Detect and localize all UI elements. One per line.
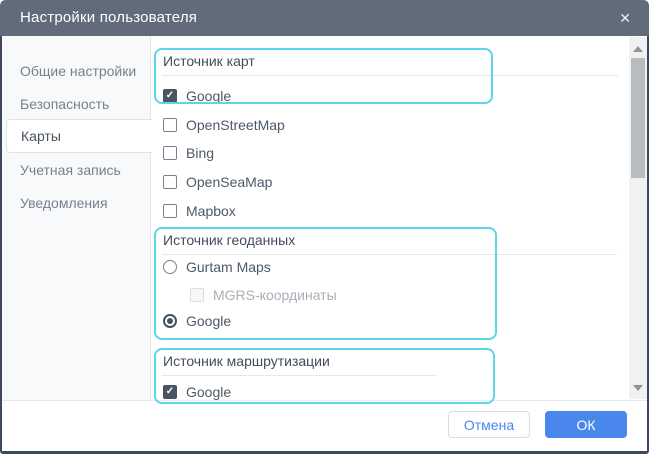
checkbox-label[interactable]: Google: [186, 384, 231, 400]
tab-label: Общие настройки: [20, 63, 136, 79]
tab-label: Карты: [21, 128, 61, 144]
tab-label: Уведомления: [20, 195, 108, 211]
scroll-up-icon[interactable]: [633, 46, 643, 52]
section-underline: [162, 75, 618, 76]
checkbox-row-openstreetmap[interactable]: OpenStreetMap: [163, 115, 285, 135]
checkbox-label[interactable]: Mapbox: [186, 203, 236, 219]
close-icon[interactable]: ✕: [619, 0, 631, 36]
section-title-map-source: Источник карт: [163, 53, 255, 69]
checkbox-row-mgrs-coordinates: MGRS-координаты: [190, 285, 337, 305]
ok-button[interactable]: ОК: [545, 411, 627, 438]
radio-label[interactable]: Gurtam Maps: [186, 259, 271, 275]
checkbox-label: MGRS-координаты: [213, 287, 337, 303]
checkbox-checked-icon[interactable]: ✓: [163, 89, 177, 103]
section-underline: [162, 254, 617, 255]
checkbox-unchecked-icon[interactable]: [163, 175, 177, 189]
section-title-routing-source: Источник маршрутизации: [163, 353, 330, 369]
sidebar-item-account[interactable]: Учетная запись: [2, 153, 150, 186]
tab-label: Безопасность: [20, 96, 109, 112]
checkbox-checked-icon[interactable]: ✓: [163, 385, 177, 399]
checkbox-label[interactable]: OpenSeaMap: [186, 174, 272, 190]
dialog-titlebar: Настройки пользователя ✕: [0, 0, 649, 36]
checkbox-row-bing[interactable]: Bing: [163, 143, 214, 163]
sidebar-item-maps[interactable]: Карты: [6, 119, 152, 153]
radio-unchecked-icon[interactable]: [163, 260, 177, 274]
cancel-button[interactable]: Отмена: [448, 411, 530, 438]
dialog-title: Настройки пользователя: [20, 0, 197, 36]
check-icon: ✓: [166, 387, 174, 397]
checkbox-unchecked-icon[interactable]: [163, 204, 177, 218]
sidebar-item-general-settings[interactable]: Общие настройки: [2, 54, 150, 87]
radio-checked-icon[interactable]: [163, 314, 177, 328]
scroll-down-icon[interactable]: [633, 385, 643, 391]
checkbox-label[interactable]: Google: [186, 88, 231, 104]
sidebar-divider: [150, 36, 151, 400]
user-settings-dialog: Настройки пользователя ✕ Общие настройки…: [0, 0, 649, 454]
checkbox-disabled-icon: [190, 288, 204, 302]
tab-label: Учетная запись: [20, 162, 121, 178]
section-title-geodata-source: Источник геоданных: [163, 232, 295, 248]
sidebar-item-notifications[interactable]: Уведомления: [2, 186, 150, 219]
checkbox-unchecked-icon[interactable]: [163, 118, 177, 132]
radio-row-google[interactable]: Google: [163, 311, 231, 331]
radio-label[interactable]: Google: [186, 313, 231, 329]
footer-divider: [2, 400, 647, 401]
section-underline: [162, 375, 437, 376]
dialog-border-left: [0, 36, 2, 451]
checkbox-row-mapbox[interactable]: Mapbox: [163, 201, 236, 221]
scrollbar-thumb[interactable]: [631, 58, 645, 178]
checkbox-label[interactable]: OpenStreetMap: [186, 117, 285, 133]
checkbox-label[interactable]: Bing: [186, 145, 214, 161]
checkbox-unchecked-icon[interactable]: [163, 146, 177, 160]
checkbox-row-openseamap[interactable]: OpenSeaMap: [163, 172, 272, 192]
radio-row-gurtam-maps[interactable]: Gurtam Maps: [163, 257, 271, 277]
checkbox-row-google-routing[interactable]: ✓ Google: [163, 382, 231, 402]
check-icon: ✓: [166, 91, 174, 101]
sidebar-item-security[interactable]: Безопасность: [2, 87, 150, 120]
checkbox-row-google[interactable]: ✓ Google: [163, 86, 231, 106]
